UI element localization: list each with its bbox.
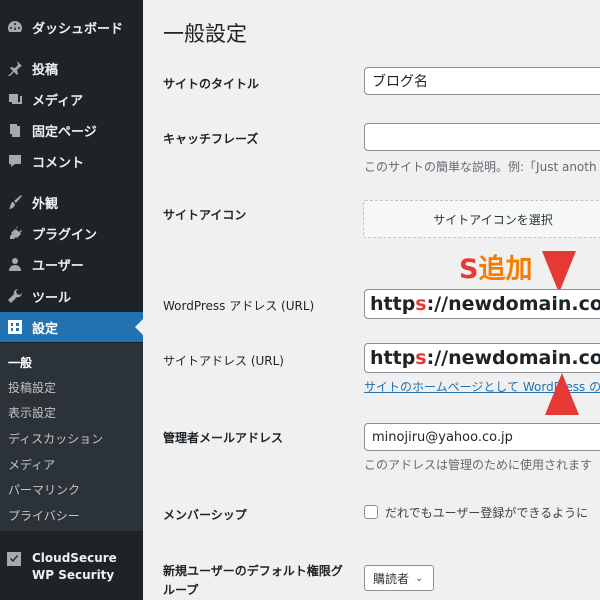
comment-icon [6,152,24,170]
admin-email-label: 管理者メールアドレス [163,431,284,445]
admin-email-value: minojiru@yahoo.co.jp [372,429,513,445]
wordpress-address-suffix: ://newdomain.co [426,293,600,315]
sidebar-item-label: ツール [32,290,72,306]
site-address-suffix: ://newdomain.co [426,347,600,369]
brush-icon [6,193,24,211]
submenu-item-writing[interactable]: 投稿設定 [8,376,56,398]
active-indicator [135,319,143,335]
wordpress-address-input[interactable]: http s://newdomain.co [364,289,600,319]
site-address-s: s [415,347,427,369]
sidebar-item-dashboard[interactable]: ダッシュボード [0,12,143,42]
media-icon [6,90,24,108]
wordpress-address-label: WordPress アドレス (URL) [163,299,315,313]
chevron-down-icon: ⌄ [415,572,424,584]
annotation-arrow-up [545,373,579,415]
annotation-s: S [459,254,479,285]
site-address-input[interactable]: http s://newdomain.co [364,343,600,373]
site-title-label: サイトのタイトル [163,77,260,91]
wrench-icon [6,287,24,305]
sidebar-item-label: ユーザー [32,258,84,274]
shield-check-icon [6,551,24,569]
settings-submenu: 一般 投稿設定 表示設定 ディスカッション メディア パーマリンク プライバシー [0,343,143,531]
wordpress-address-s: s [415,293,427,315]
annotation-arrow-down [542,251,576,293]
wordpress-address-prefix: http [370,293,416,315]
submenu-item-privacy[interactable]: プライバシー [8,504,80,526]
site-icon-label: サイトアイコン [163,208,247,222]
annotation-add-s: S追加 [459,247,532,286]
tagline-input[interactable] [364,123,600,151]
sidebar-item-comments[interactable]: コメント [0,146,143,176]
membership-checkbox-label: だれでもユーザー登録ができるように [385,506,589,520]
submenu-item-general[interactable]: 一般 [8,351,32,373]
submenu-item-reading[interactable]: 表示設定 [8,401,56,423]
select-site-icon-button[interactable]: サイトアイコンを選択 [363,200,600,238]
submenu-item-discussion[interactable]: ディスカッション [8,427,103,449]
tagline-description: このサイトの簡単な説明。例:「Just anoth [364,160,597,174]
membership-checkbox[interactable] [364,505,378,519]
sidebar-item-label: コメント [32,155,85,171]
sidebar-item-cloudsecure[interactable]: CloudSecure WP Security [6,550,132,584]
site-address-label: サイトアドレス (URL) [163,354,284,368]
default-role-select[interactable]: 購読者 ⌄ [364,565,434,591]
sidebar-item-label: メディア [32,93,84,109]
sidebar-item-media[interactable]: メディア [0,84,143,114]
submenu-item-permalink[interactable]: パーマリンク [8,478,80,500]
default-role-label: 新規ユーザーのデフォルト権限グループ [163,564,343,597]
sidebar-item-plugins[interactable]: プラグイン [0,218,143,248]
sidebar-item-label: プラグイン [32,227,98,243]
sidebar-item-settings[interactable]: 設定 [0,312,143,342]
tagline-label: キャッチフレーズ [163,132,259,146]
admin-sidebar: ダッシュボード 投稿 メディア 固定ページ コメント 外観 プラグイン ユーザー… [0,0,143,600]
pin-icon [6,59,24,77]
submenu-item-media[interactable]: メディア [8,453,55,475]
site-title-value: ブログ名 [372,74,428,90]
plugin-icon [6,224,24,242]
default-role-value: 購読者 [373,571,410,586]
sidebar-item-appearance[interactable]: 外観 [0,187,143,217]
page-icon [6,121,24,139]
sidebar-item-pages[interactable]: 固定ページ [0,115,143,145]
membership-label: メンバーシップ [163,508,247,522]
main-content: 一般設定 サイトのタイトル ブログ名 キャッチフレーズ このサイトの簡単な説明。… [143,0,600,600]
sidebar-item-label: ダッシュボード [32,21,124,37]
site-address-prefix: http [370,347,416,369]
admin-email-input[interactable]: minojiru@yahoo.co.jp [364,423,600,451]
sidebar-item-label: 固定ページ [32,124,97,140]
page-title: 一般設定 [163,22,247,46]
annotation-add-text: 追加 [478,254,533,285]
sidebar-item-label: 設定 [32,321,59,337]
admin-email-description: このアドレスは管理のために使用されます [364,458,593,472]
dashboard-icon [6,18,24,36]
sidebar-item-tools[interactable]: ツール [0,281,143,311]
user-icon [6,255,24,273]
sidebar-item-label: 外観 [32,196,59,212]
sidebar-item-users[interactable]: ユーザー [0,249,143,279]
sidebar-item-label: 投稿 [32,62,59,78]
settings-icon [6,318,24,336]
site-title-input[interactable]: ブログ名 [364,67,600,95]
sidebar-item-posts[interactable]: 投稿 [0,53,143,83]
sidebar-item-label: CloudSecure WP Security [32,551,117,582]
